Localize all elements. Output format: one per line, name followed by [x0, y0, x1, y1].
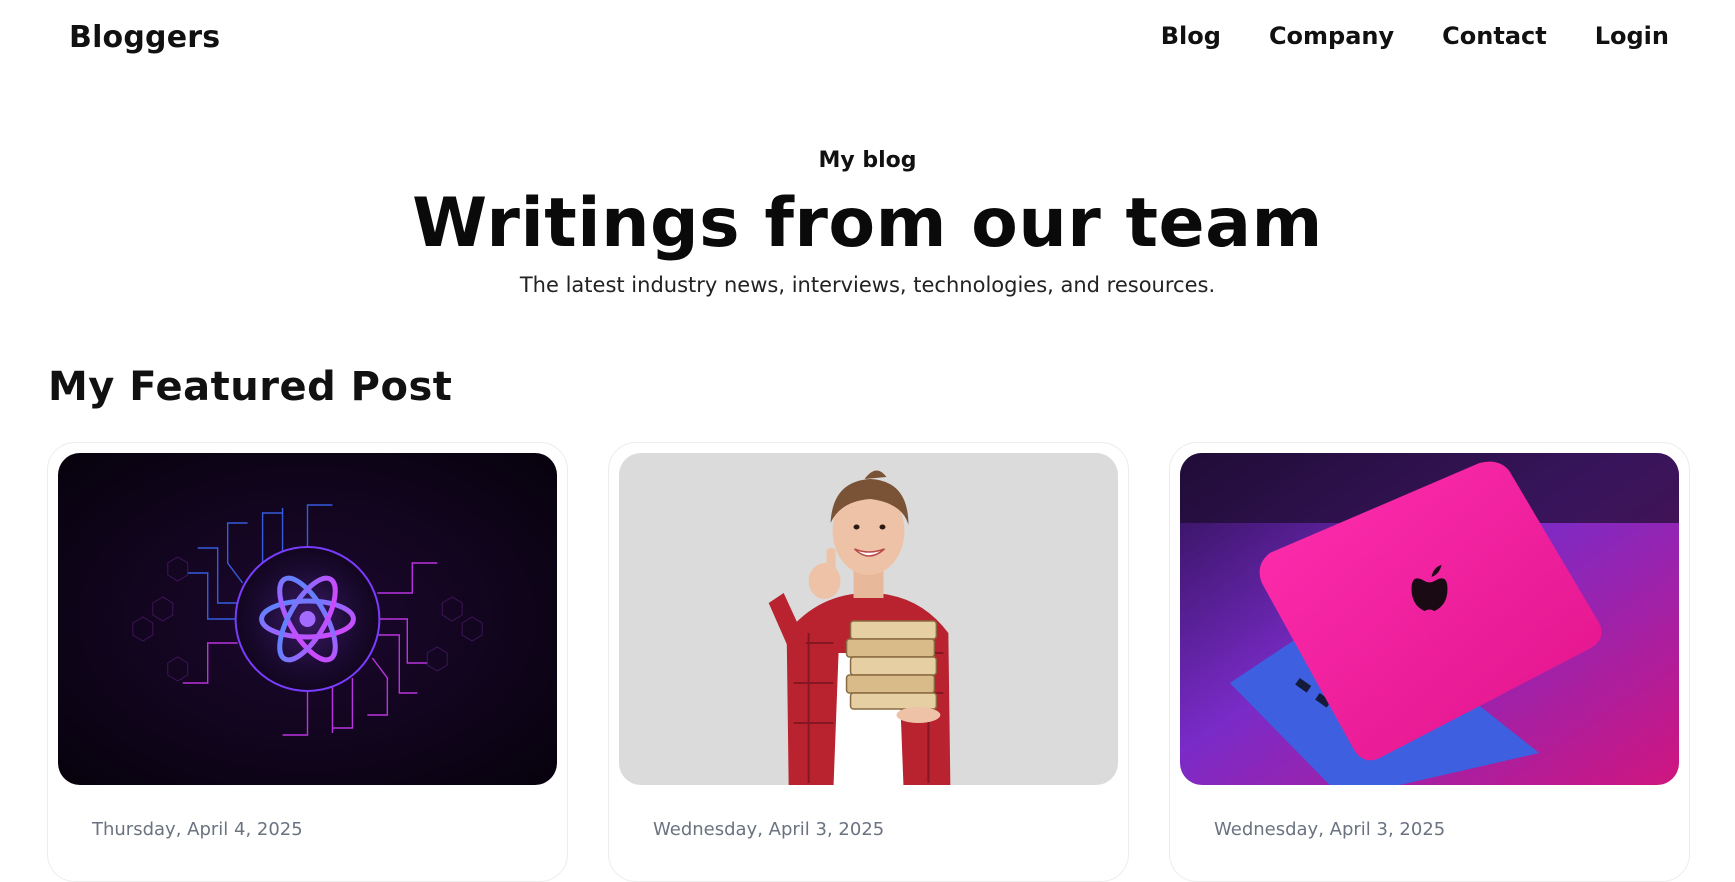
- nav-link-login[interactable]: Login: [1595, 22, 1669, 50]
- hero-title: Writings from our team: [412, 184, 1323, 263]
- brand-logo[interactable]: Bloggers: [69, 20, 220, 55]
- woman-holding-books-image[interactable]: [619, 453, 1118, 785]
- post-card[interactable]: Wednesday, April 3, 2025: [608, 442, 1129, 882]
- pink-laptop-image[interactable]: [1180, 453, 1679, 785]
- nav-link-contact[interactable]: Contact: [1442, 22, 1547, 50]
- featured-heading: My Featured Post: [48, 364, 453, 410]
- nav-link-company[interactable]: Company: [1269, 22, 1394, 50]
- hero-subtitle: The latest industry news, interviews, te…: [519, 273, 1216, 297]
- nav-link-blog[interactable]: Blog: [1161, 22, 1221, 50]
- hero-section: My blog Writings from our team The lates…: [0, 146, 1735, 300]
- featured-posts: Thursday, April 4, 2025 Wednesday, April…: [47, 442, 1697, 882]
- post-card[interactable]: Thursday, April 4, 2025: [47, 442, 568, 882]
- top-navbar: Bloggers Blog Company Contact Login: [0, 0, 1735, 80]
- main-nav: Blog Company Contact Login: [1161, 22, 1669, 50]
- post-card[interactable]: Wednesday, April 3, 2025: [1169, 442, 1690, 882]
- hero-eyebrow: My blog: [818, 148, 917, 173]
- react-atom-circuit-image[interactable]: [58, 453, 557, 785]
